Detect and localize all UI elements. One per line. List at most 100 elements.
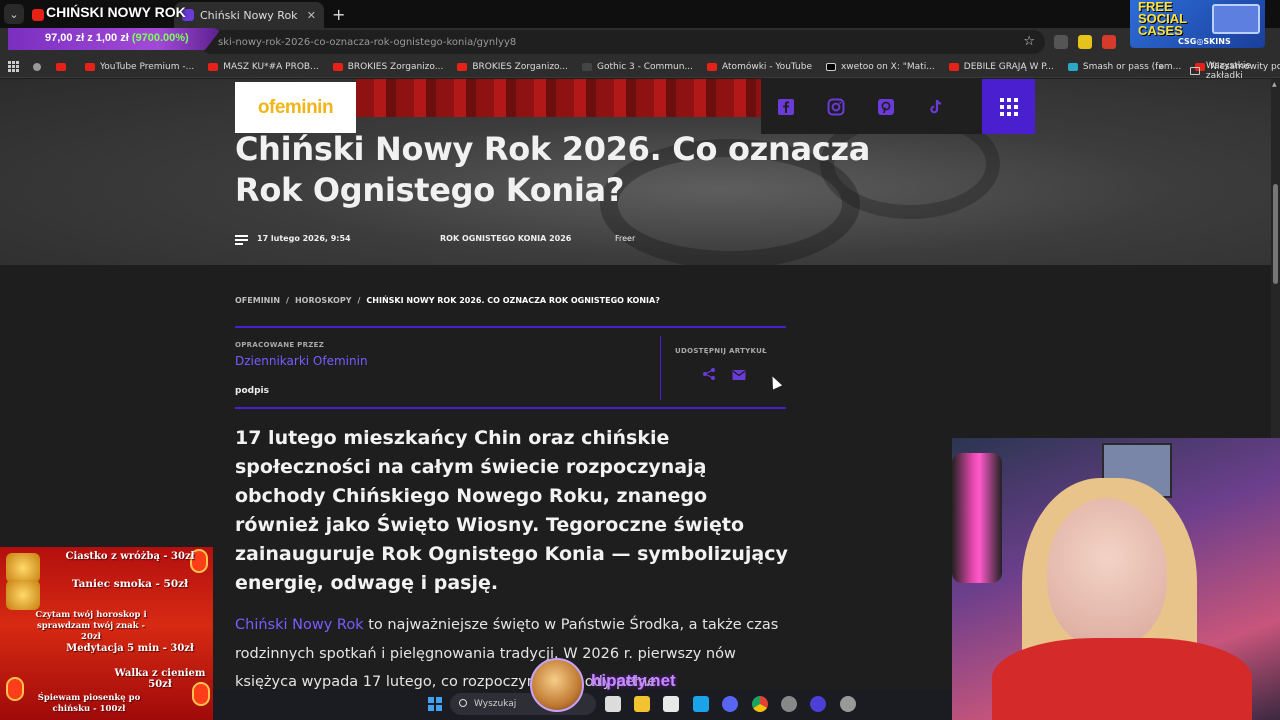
tab-strip: ⌄ Chiński Nowy Rok 2026. Co ozn ✕ + <box>0 0 1280 28</box>
bookmark-item[interactable]: Gothic 3 - Commun... <box>581 62 693 72</box>
article-lead: 17 lutego mieszkańcy Chin oraz chińskie … <box>235 427 788 594</box>
bookmark-youtube-icon[interactable] <box>56 62 71 71</box>
social-links <box>761 79 1035 134</box>
more-bookmarks-icon[interactable]: » <box>1158 60 1165 73</box>
instagram-icon[interactable] <box>811 79 861 134</box>
tiktok-icon[interactable] <box>911 79 961 134</box>
youtube-icon <box>332 62 343 71</box>
streamer-robe <box>992 638 1252 720</box>
tab-article[interactable]: Chiński Nowy Rok 2026. Co ozn ✕ <box>174 2 324 28</box>
bookmark-item[interactable]: xwetoo on X: "Mati... <box>825 62 935 72</box>
breadcrumb-current: CHIŃSKI NOWY ROK 2026. CO OZNACZA ROK OG… <box>366 296 660 305</box>
url-text: ski-nowy-rok-2026-co-oznacza-rok-ogniste… <box>218 36 517 48</box>
extension-icon[interactable] <box>1054 35 1068 49</box>
smash-icon <box>1067 62 1078 71</box>
bookmark-chrome-icon[interactable] <box>33 62 46 71</box>
facebook-icon[interactable] <box>761 79 811 134</box>
extension-icon[interactable] <box>1102 35 1116 49</box>
webcam-feed <box>952 438 1280 720</box>
breadcrumb-item[interactable]: HOROSKOPY <box>295 296 352 305</box>
body-link[interactable]: Chiński Nowy Rok <box>235 617 364 633</box>
promo-item: Ciastko z wróżbą - 30zł <box>65 551 195 562</box>
article-body: Chiński Nowy Rok to najważniejsze święto… <box>235 611 795 697</box>
promo-item: Medytacja 5 min - 30zł <box>66 643 194 654</box>
folder-icon <box>1190 67 1200 75</box>
author-box: OPRACOWANE PRZEZ Dziennikarki Ofeminin p… <box>235 326 786 409</box>
promo-item: Śpiewam piosenkę po chińsku - 100zł <box>37 693 141 714</box>
search-placeholder: Wyszukaj <box>474 699 517 709</box>
site-logo[interactable]: ofeminin <box>235 82 356 133</box>
microphone <box>952 453 1002 583</box>
youtube-icon <box>457 62 468 71</box>
task-view-icon[interactable] <box>605 696 621 712</box>
article-date: 17 lutego 2026, 9:54 <box>257 234 351 243</box>
donation-amount: 97,00 zł z 1,00 zł <box>45 32 129 44</box>
promo-item: Walka z cieniem 50zł <box>114 668 206 690</box>
promo-item: Czytam twój horoskop i sprawdzam twój zn… <box>35 610 147 642</box>
case-image <box>1212 4 1260 34</box>
notepad-icon[interactable] <box>693 696 709 712</box>
streamer-handle: hipatty.net <box>591 671 676 690</box>
bookmark-item[interactable]: BROKIES Zorganizo... <box>457 62 568 72</box>
hero-decoration <box>356 79 761 117</box>
address-bar[interactable]: ski-nowy-rok-2026-co-oznacza-rok-ogniste… <box>200 30 1045 54</box>
streamer-face <box>1047 498 1167 648</box>
apps-grid-icon[interactable] <box>8 60 19 73</box>
divider <box>660 336 661 400</box>
file-explorer-icon[interactable] <box>634 696 650 712</box>
youtube-icon <box>208 62 219 71</box>
author-link[interactable]: Dziennikarki Ofeminin <box>235 354 368 368</box>
donation-percent: (9700.00%) <box>131 32 189 44</box>
windows-start-icon[interactable] <box>428 697 442 711</box>
menu-grid-button[interactable] <box>982 79 1035 134</box>
email-icon[interactable] <box>732 366 746 380</box>
scrollbar-thumb[interactable] <box>1273 184 1278 284</box>
article-title: Chiński Nowy Rok 2026. Co oznacza Rok Og… <box>235 130 871 209</box>
dragon-icon <box>6 580 40 610</box>
donation-goal-bar: 97,00 zł z 1,00 zł (9700.00%) <box>8 28 222 50</box>
settings-icon[interactable] <box>840 696 856 712</box>
article-meta-icon <box>235 235 248 247</box>
bookmark-item[interactable]: MASZ KU*#A PROB... <box>208 62 319 72</box>
share-icon[interactable] <box>702 366 716 380</box>
breadcrumb-item[interactable]: OFEMININ <box>235 296 280 305</box>
youtube-icon <box>32 9 44 21</box>
streamer-avatar <box>530 658 584 712</box>
grid-icon <box>999 97 1018 116</box>
discord-icon[interactable] <box>722 696 738 712</box>
ad-brand: CSG◎SKINS <box>1178 37 1231 46</box>
fortune-cookie-icon <box>6 553 40 583</box>
app-icon[interactable] <box>781 696 797 712</box>
all-bookmarks-button[interactable]: Wszystkie zakładki <box>1190 61 1280 81</box>
pinterest-icon[interactable] <box>861 79 911 134</box>
youtube-icon <box>707 62 718 71</box>
tab-search-button[interactable]: ⌄ <box>4 4 24 24</box>
prepared-by-label: OPRACOWANE PRZEZ <box>235 341 325 349</box>
article-tag[interactable]: ROK OGNISTEGO KONIA 2026 <box>440 234 571 243</box>
article-hero: ofeminin Chiński Nowy Rok 2026. Co oznac… <box>0 79 1280 265</box>
store-icon[interactable] <box>663 696 679 712</box>
chrome-icon[interactable] <box>752 696 768 712</box>
article-extra: Freer <box>615 234 636 243</box>
app-icon[interactable] <box>810 696 826 712</box>
tab-title: Chiński Nowy Rok 2026. Co ozn <box>200 8 301 22</box>
youtube-icon <box>85 62 95 71</box>
search-icon <box>459 699 467 707</box>
scroll-up-icon[interactable]: ▲ <box>1272 81 1277 88</box>
extension-icon[interactable] <box>1078 35 1092 49</box>
stream-overlay-title: CHIŃSKI NOWY ROK <box>46 4 186 20</box>
close-tab-icon[interactable]: ✕ <box>307 9 316 22</box>
new-tab-button[interactable]: + <box>332 5 345 24</box>
bookmark-star-icon[interactable]: ☆ <box>1023 34 1035 49</box>
promo-item: Taniec smoka - 50zł <box>71 578 189 590</box>
signature: podpis <box>235 386 269 396</box>
breadcrumb: OFEMININ / HOROSKOPY / CHIŃSKI NOWY ROK 2026… <box>235 296 660 305</box>
bookmark-item[interactable]: BROKIES Zorganizo... <box>332 62 443 72</box>
ad-headline: FREE SOCIAL CASES <box>1138 0 1188 38</box>
x-icon <box>825 62 836 71</box>
bookmark-item[interactable]: Atomówki - YouTube <box>707 62 812 72</box>
bookmark-item[interactable]: DEBILE GRAJĄ W P... <box>948 62 1054 72</box>
bookmark-item[interactable]: YouTube Premium -... <box>85 62 194 72</box>
lantern-icon <box>6 677 24 701</box>
stream-promo-panel: Ciastko z wróżbą - 30zł Taniec smoka - 5… <box>0 547 213 720</box>
